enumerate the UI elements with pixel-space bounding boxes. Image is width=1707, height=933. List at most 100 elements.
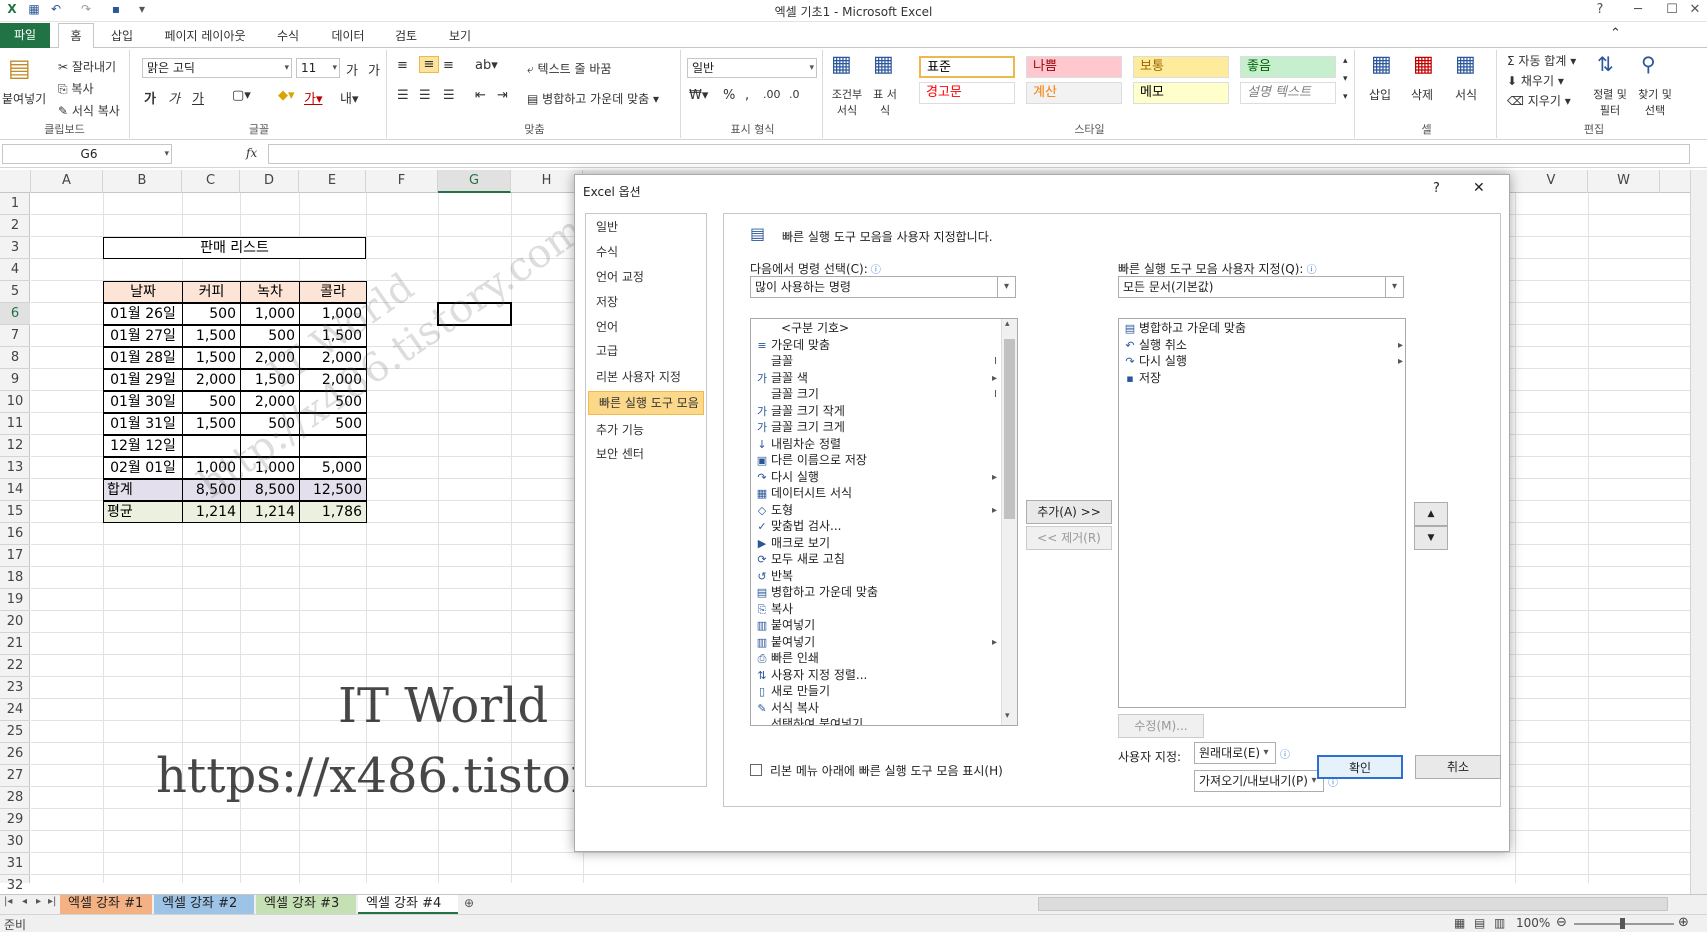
- insert-cells-icon[interactable]: ▦: [1371, 52, 1392, 77]
- sheet-tab[interactable]: 엑셀 강좌 #2: [154, 895, 254, 914]
- nav-item[interactable]: 빠른 실행 도구 모음: [588, 391, 704, 415]
- underline-button[interactable]: 가: [192, 88, 204, 107]
- row-header[interactable]: 31: [0, 853, 30, 875]
- format-cells-icon[interactable]: ▦: [1455, 52, 1476, 77]
- row-header[interactable]: 20: [0, 611, 30, 633]
- close-window-button[interactable]: ✕: [1678, 0, 1707, 22]
- row-header[interactable]: 22: [0, 655, 30, 677]
- decrease-indent-icon[interactable]: ⇤: [475, 88, 486, 103]
- tab-view[interactable]: 보기: [440, 26, 480, 48]
- name-box[interactable]: G6 ▾: [2, 144, 172, 164]
- row-header[interactable]: 11: [0, 413, 30, 435]
- list-item[interactable]: 가 글꼴 크기 작게: [753, 403, 997, 421]
- align-right-icon[interactable]: ☰: [443, 88, 455, 103]
- tab-insert[interactable]: 삽입: [102, 26, 142, 48]
- row-header[interactable]: 14: [0, 479, 30, 501]
- add-button[interactable]: 추가(A) >>: [1026, 500, 1112, 524]
- list-item[interactable]: ▥ 붙여넣기: [753, 617, 997, 635]
- customize-qat-dropdown[interactable]: 모든 문서(기본값) ▾: [1118, 276, 1404, 298]
- row-header[interactable]: 30: [0, 831, 30, 853]
- list-item[interactable]: ↷ 다시 실행 ▸: [753, 469, 997, 487]
- row-header[interactable]: 18: [0, 567, 30, 589]
- sheet-nav-last-icon[interactable]: ▸|: [48, 896, 56, 907]
- choose-commands-dropdown[interactable]: 많이 사용하는 명령 ▾: [750, 276, 1016, 298]
- list-item[interactable]: ▦ 데이터시트 서식: [753, 485, 997, 503]
- tab-page-layout[interactable]: 페이지 레이아웃: [155, 26, 255, 48]
- page-layout-view-icon[interactable]: ▤: [1474, 916, 1485, 930]
- select-all-corner[interactable]: [0, 170, 31, 193]
- sheet-tab[interactable]: 엑셀 강좌 #3: [256, 895, 356, 914]
- list-item[interactable]: ≡ 가운데 맞춤: [753, 337, 997, 355]
- average-cell[interactable]: 평균: [103, 501, 183, 523]
- list-item[interactable]: ▤ 병합하고 가운데 맞춤: [1121, 320, 1403, 338]
- currency-icon[interactable]: ₩▾: [689, 88, 708, 103]
- column-header[interactable]: H: [511, 170, 583, 193]
- format-painter-button[interactable]: ✎ 서식 복사: [58, 102, 120, 119]
- commands-list[interactable]: <구분 기호> ≡ 가운데 맞춤 글꼴 I 가 글꼴 색 ▸ 글꼴 크기 I 가 글꼴 크기 작게 가 글…: [750, 318, 1018, 726]
- row-header[interactable]: 6: [0, 303, 30, 325]
- nav-item[interactable]: 언어 교정: [586, 266, 706, 290]
- row-header[interactable]: 9: [0, 369, 30, 391]
- delete-cells-button[interactable]: 삭제: [1411, 86, 1433, 103]
- cut-button[interactable]: ✂ 잘라내기: [58, 58, 116, 75]
- nav-item[interactable]: 수식: [586, 241, 706, 265]
- dialog-help-button[interactable]: ?: [1433, 181, 1440, 196]
- binoculars-icon[interactable]: ⚲: [1641, 52, 1656, 76]
- list-item[interactable]: ◇ 도형 ▸: [753, 502, 997, 520]
- qat-list[interactable]: ▤ 병합하고 가운데 맞춤 ↶ 실행 취소 ▸ ↷ 다시 실행 ▸ ▪ 저장: [1118, 318, 1406, 708]
- cell-style-item[interactable]: 설명 텍스트: [1240, 82, 1336, 104]
- row-header[interactable]: 12: [0, 435, 30, 457]
- row-header[interactable]: 27: [0, 765, 30, 787]
- row-header[interactable]: 21: [0, 633, 30, 655]
- cell-style-item[interactable]: 표준: [919, 56, 1015, 78]
- scroll-up-icon[interactable]: ▴: [1005, 319, 1010, 329]
- dialog-close-button[interactable]: ✕: [1473, 180, 1485, 196]
- shrink-font-icon[interactable]: 가: [368, 60, 380, 79]
- help-icon[interactable]: ?: [1590, 0, 1610, 22]
- align-middle-icon[interactable]: ≡: [419, 56, 439, 73]
- row-header[interactable]: 16: [0, 523, 30, 545]
- row-header[interactable]: 19: [0, 589, 30, 611]
- list-item[interactable]: 글꼴 I: [753, 353, 997, 371]
- row-header[interactable]: 2: [0, 215, 30, 237]
- align-left-icon[interactable]: ☰: [397, 88, 409, 103]
- nav-item[interactable]: 일반: [586, 216, 706, 240]
- table-header-cell[interactable]: 녹차: [240, 281, 300, 303]
- sheet-tab-active[interactable]: 엑셀 강좌 #4: [358, 895, 458, 914]
- list-item[interactable]: 글꼴 크기 I: [753, 386, 997, 404]
- table-cell[interactable]: 01월 27일: [103, 325, 183, 347]
- commands-scrollbar[interactable]: ▴ ▾: [1001, 319, 1017, 725]
- paste-button[interactable]: 붙여넣기: [2, 90, 46, 107]
- list-item[interactable]: ⟳ 모두 새로 고침: [753, 551, 997, 569]
- tab-formulas[interactable]: 수식: [268, 26, 308, 48]
- table-header-cell[interactable]: 날짜: [103, 281, 183, 303]
- increase-decimal-icon[interactable]: .00: [763, 88, 781, 101]
- find-select-button[interactable]: 찾기 및 선택: [1635, 86, 1675, 118]
- number-format-combo[interactable]: 일반 ▾: [687, 58, 817, 78]
- decrease-decimal-icon[interactable]: .0: [789, 88, 800, 101]
- table-cell[interactable]: 02월 01일: [103, 457, 183, 479]
- italic-button[interactable]: 가: [168, 88, 180, 107]
- nav-item[interactable]: 추가 기능: [586, 419, 706, 443]
- row-header[interactable]: 3: [0, 237, 30, 259]
- table-cell[interactable]: 5,000: [299, 457, 367, 479]
- average-cell[interactable]: 1,214: [240, 501, 300, 523]
- nav-item[interactable]: 보안 센터: [586, 443, 706, 467]
- format-table-button[interactable]: 표 서식: [873, 86, 897, 118]
- increase-indent-icon[interactable]: ⇥: [497, 88, 508, 103]
- sort-filter-button[interactable]: 정렬 및 필터: [1591, 86, 1629, 118]
- normal-view-icon[interactable]: ▦: [1454, 916, 1465, 930]
- nav-item[interactable]: 리본 사용자 지정: [586, 366, 706, 390]
- average-cell[interactable]: 1,786: [299, 501, 367, 523]
- list-item[interactable]: ⇅ 사용자 지정 정렬...: [753, 667, 997, 685]
- comma-icon[interactable]: ,: [745, 88, 749, 103]
- copy-button[interactable]: ⎘ 복사: [58, 80, 94, 97]
- sheet-nav-prev-icon[interactable]: ◂: [22, 896, 27, 907]
- list-item[interactable]: ↷ 다시 실행 ▸: [1121, 353, 1403, 371]
- row-header[interactable]: 10: [0, 391, 30, 413]
- paste-icon[interactable]: ▤: [8, 54, 31, 82]
- minimize-button[interactable]: ─: [1621, 0, 1655, 22]
- table-cell[interactable]: 2,000: [182, 369, 241, 391]
- nav-item[interactable]: 언어: [586, 316, 706, 340]
- row-header[interactable]: 8: [0, 347, 30, 369]
